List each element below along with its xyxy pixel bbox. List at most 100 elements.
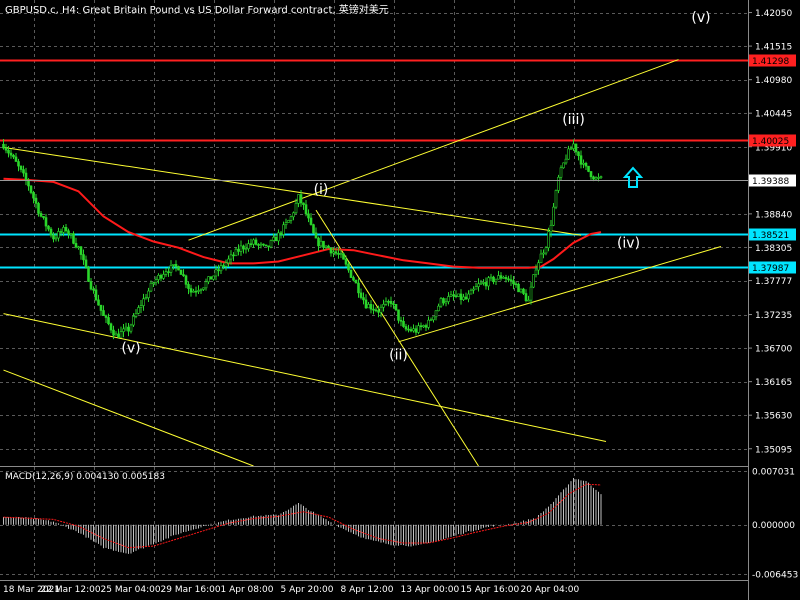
- candle: [4, 143, 8, 154]
- candle: [397, 309, 400, 324]
- price-chart[interactable]: (v)(i)(ii)(iii)(iv)(v) 1.420501.415151.4…: [0, 0, 800, 600]
- candle: [264, 244, 268, 247]
- candle: [474, 282, 478, 290]
- candle: [394, 304, 398, 312]
- candle: [47, 225, 50, 232]
- candle: [109, 322, 113, 334]
- candle: [269, 239, 273, 249]
- candle: [167, 267, 170, 277]
- candle: [329, 247, 333, 257]
- candle: [429, 317, 433, 322]
- candle: [284, 218, 288, 229]
- candle: [367, 301, 370, 309]
- candle: [494, 278, 498, 285]
- candle: [69, 232, 73, 239]
- candle: [187, 281, 190, 295]
- candle: [142, 293, 145, 311]
- candle: [267, 245, 270, 251]
- time-axis: 18 Mar 202122 Mar 12:00 25 Mar 04:00 29 Ma…: [3, 585, 579, 595]
- candle: [399, 316, 403, 327]
- candle: [189, 284, 193, 297]
- candle: [402, 316, 405, 328]
- moving-average-line: [3, 177, 602, 269]
- candle: [279, 230, 283, 239]
- candle: [67, 228, 70, 239]
- candle: [464, 292, 468, 300]
- candle: [57, 227, 60, 242]
- candle: [12, 153, 15, 160]
- time-label: 1 Apr 08:00: [221, 585, 274, 595]
- candle: [194, 286, 198, 297]
- candle: [134, 309, 138, 319]
- candle: [477, 278, 480, 292]
- candle: [532, 274, 535, 289]
- candle: [314, 227, 318, 239]
- candle: [492, 275, 495, 285]
- candle: [204, 278, 208, 291]
- candle: [427, 316, 430, 330]
- candle: [302, 202, 305, 210]
- trendlines[interactable]: [3, 59, 722, 467]
- candle: [79, 245, 83, 260]
- candle: [577, 151, 580, 161]
- candle: [322, 240, 325, 251]
- candle: [489, 273, 493, 282]
- candle: [154, 276, 158, 286]
- macd-title: MACD(12,26,9) 0.004130 0.005183: [5, 472, 165, 482]
- candle: [289, 215, 293, 224]
- price-tick-label: 1.40980: [755, 76, 792, 86]
- macd-grid: [0, 467, 748, 580]
- candle: [349, 269, 353, 279]
- current-price-label: 1.39388: [752, 177, 789, 187]
- candle: [192, 288, 195, 293]
- trendline[interactable]: [3, 369, 254, 467]
- candle: [139, 300, 143, 314]
- candle: [44, 213, 48, 232]
- candle: [352, 275, 355, 282]
- candle: [567, 145, 570, 160]
- macd-histogram: [3, 478, 602, 554]
- candle: [124, 322, 128, 332]
- candle: [232, 252, 235, 262]
- candle: [262, 243, 265, 247]
- candle: [467, 290, 470, 303]
- level-tag-label: 1.40025: [752, 137, 789, 147]
- candle: [49, 227, 53, 238]
- candle: [484, 277, 488, 290]
- candle: [412, 324, 415, 333]
- candle: [159, 273, 163, 282]
- candle: [442, 297, 445, 306]
- candle: [482, 279, 485, 286]
- candle: [359, 288, 363, 300]
- candle: [574, 143, 578, 156]
- candle: [594, 176, 598, 181]
- macd-tick-label: -0.006453: [752, 571, 798, 581]
- macd-tick-label: 0.007031: [752, 468, 795, 478]
- candle: [122, 324, 125, 338]
- candle: [462, 293, 465, 301]
- time-label: 13 Apr 00:00: [401, 585, 460, 595]
- trendline[interactable]: [3, 146, 582, 236]
- candle: [382, 299, 385, 312]
- trendline[interactable]: [398, 246, 722, 343]
- candle: [244, 243, 248, 254]
- candle: [432, 316, 435, 323]
- candle: [599, 175, 603, 180]
- candle: [184, 274, 188, 289]
- candle: [369, 300, 373, 314]
- candle: [162, 270, 165, 280]
- candles: [2, 139, 603, 340]
- trendline[interactable]: [3, 313, 607, 443]
- candle: [449, 290, 453, 298]
- candle: [287, 219, 290, 223]
- candle: [209, 276, 213, 280]
- current-price-tag: 1.39388: [749, 174, 796, 187]
- candle: [94, 284, 98, 302]
- candle: [347, 262, 350, 273]
- candle: [149, 280, 153, 293]
- candle: [552, 203, 555, 227]
- candle: [354, 279, 358, 284]
- price-tick-label: 1.36165: [755, 378, 792, 388]
- candle: [239, 240, 243, 256]
- candle: [257, 243, 260, 250]
